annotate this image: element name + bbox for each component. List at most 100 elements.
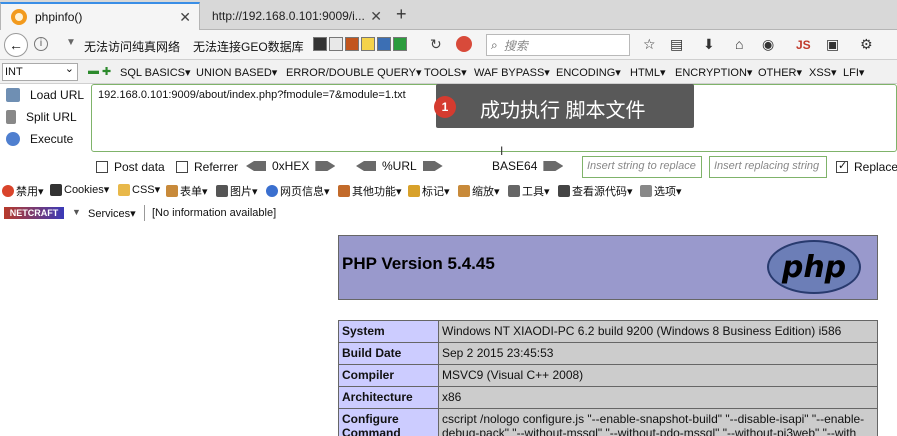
search-icon: ⌕ [491, 37, 498, 52]
menu-other[interactable]: OTHER▾ [758, 66, 802, 79]
windows-icon[interactable] [393, 37, 407, 51]
referrer-checkbox[interactable]: Referrer [176, 160, 238, 174]
pencil-icon [408, 185, 420, 197]
row-value: Sep 2 2015 23:45:53 [438, 342, 878, 365]
download-icon[interactable]: ⬇ [703, 36, 715, 53]
menu-page-info[interactable]: 网页信息▾ [266, 183, 330, 199]
checkbox-icon [176, 161, 188, 173]
decode-arrow-icon[interactable] [246, 161, 266, 171]
netcraft-logo[interactable]: NETCRAFT [4, 207, 64, 219]
insert-string-input[interactable]: Insert string to replace [582, 156, 702, 178]
menu-encryption[interactable]: ENCRYPTION▾ [675, 66, 752, 79]
form-icon [166, 185, 178, 197]
search-input[interactable]: ⌕ 搜索 [486, 34, 630, 56]
menu-html[interactable]: HTML▾ [630, 66, 665, 79]
menu-css[interactable]: CSS▾ [118, 183, 160, 196]
menu-waf-bypass[interactable]: WAF BYPASS▾ [474, 66, 550, 79]
js-toggle-button[interactable]: JS [796, 38, 811, 52]
home-icon[interactable]: ⌂ [735, 36, 743, 52]
table-row: Build Date Sep 2 2015 23:45:53 [338, 342, 878, 365]
menu-cookies[interactable]: Cookies▾ [50, 183, 109, 196]
encoder-label: 0xHEX [272, 159, 310, 173]
info-icon[interactable]: i [34, 37, 48, 51]
bookmark-item[interactable]: 无法访问纯真网络 [84, 38, 180, 55]
new-tab-button[interactable]: + [396, 4, 407, 25]
reload-icon[interactable]: ↻ [430, 36, 442, 53]
menu-misc[interactable]: 其他功能▾ [338, 183, 402, 199]
bookmark-item[interactable]: 无法连接GEO数据库 [193, 38, 304, 55]
decode-arrow-icon[interactable] [356, 161, 376, 171]
gear-icon[interactable]: ⚙ [860, 36, 873, 53]
hackbar-toolbar: INT ▬ ✚ SQL BASICS▾ UNION BASED▾ ERROR/D… [0, 60, 897, 84]
extension-icon[interactable]: ▣ [826, 36, 839, 53]
url-encoder: %URL [356, 159, 443, 173]
web-developer-toolbar: 禁用▾ Cookies▾ CSS▾ 表单▾ 图片▾ 网页信息▾ 其他功能▾ 标记… [0, 179, 897, 201]
search-placeholder: 搜索 [503, 38, 528, 53]
disable-icon [2, 185, 14, 197]
menu-label: 查看源代码▾ [572, 186, 633, 198]
services-menu[interactable]: Services▾ [88, 207, 136, 220]
source-icon [558, 185, 570, 197]
execute-button[interactable]: Execute [6, 132, 73, 146]
menu-options[interactable]: 选项▾ [640, 183, 682, 199]
close-tab-icon[interactable]: ✕ [179, 9, 191, 26]
menu-encoding[interactable]: ENCODING▾ [556, 66, 621, 79]
user-icon [50, 183, 62, 196]
noscript-icon[interactable] [456, 36, 472, 52]
type-select[interactable]: INT [2, 61, 78, 81]
annotation-callout: 1 成功执行 脚本文件 [434, 84, 694, 128]
wrench-icon [508, 185, 520, 197]
tab-url[interactable]: http://192.168.0.101:9009/i... ✕ [202, 2, 390, 30]
lock-icon[interactable] [361, 37, 375, 51]
scissors-icon [6, 110, 16, 124]
close-tab-icon[interactable]: ✕ [370, 8, 382, 25]
encode-arrow-icon[interactable] [422, 161, 443, 171]
menu-error-double-query[interactable]: ERROR/DOUBLE QUERY▾ [286, 66, 422, 79]
php-logo[interactable]: php [767, 240, 861, 294]
menu-union-based[interactable]: UNION BASED▾ [196, 66, 277, 79]
tab-phpinfo[interactable]: phpinfo() ✕ [0, 2, 200, 30]
menu-resize[interactable]: 缩放▾ [458, 183, 500, 199]
tab-strip: phpinfo() ✕ http://192.168.0.101:9009/i.… [0, 0, 897, 30]
load-url-button[interactable]: Load URL [6, 88, 84, 102]
bookmark-star-icon[interactable]: ☆ [643, 36, 656, 53]
printer-icon[interactable] [313, 37, 327, 51]
globe-icon[interactable]: ◉ [762, 36, 774, 53]
split-url-button[interactable]: Split URL [6, 110, 77, 124]
table-row: System Windows NT XIAODI-PC 6.2 build 92… [338, 320, 878, 343]
encode-arrow-icon[interactable] [315, 161, 336, 171]
resize-icon [458, 185, 470, 197]
php-icon[interactable] [377, 37, 391, 51]
menu-tools[interactable]: 工具▾ [508, 183, 550, 199]
encoder-label: %URL [382, 159, 417, 173]
pen-icon[interactable] [345, 37, 359, 51]
help-icon[interactable] [329, 37, 343, 51]
menu-sql-basics[interactable]: SQL BASICS▾ [120, 66, 191, 79]
row-key: Configure Command [338, 408, 439, 436]
step-badge: 1 [434, 96, 456, 118]
insert-replacing-input[interactable]: Insert replacing string [709, 156, 827, 178]
menu-disable[interactable]: 禁用▾ [2, 183, 44, 199]
post-data-checkbox[interactable]: Post data [96, 160, 165, 174]
replace-all-checkbox[interactable]: Replace All [836, 159, 897, 174]
menu-xss[interactable]: XSS▾ [809, 66, 837, 79]
menu-forms[interactable]: 表单▾ [166, 183, 208, 199]
chevron-down-icon[interactable]: ▼ [72, 207, 81, 217]
encode-arrow-icon[interactable] [543, 161, 564, 171]
menu-outline[interactable]: 标记▾ [408, 183, 450, 199]
annotation-text: 成功执行 脚本文件 [480, 100, 646, 122]
play-icon [6, 132, 20, 146]
menu-view-source[interactable]: 查看源代码▾ [558, 183, 633, 199]
back-button[interactable]: ← [4, 33, 28, 57]
menu-lfi[interactable]: LFI▾ [843, 66, 864, 79]
row-key: Build Date [338, 342, 439, 365]
checkbox-icon [96, 161, 108, 173]
menu-images[interactable]: 图片▾ [216, 183, 258, 199]
netcraft-info: [No information available] [152, 207, 277, 219]
minus-icon[interactable]: ▬ [88, 65, 99, 77]
tab-title: phpinfo() [35, 10, 83, 24]
reader-icon[interactable]: ▤ [670, 36, 683, 53]
chevron-down-icon[interactable]: ▼ [66, 37, 76, 48]
menu-tools[interactable]: TOOLS▾ [424, 66, 467, 79]
plus-icon[interactable]: ✚ [102, 65, 111, 78]
